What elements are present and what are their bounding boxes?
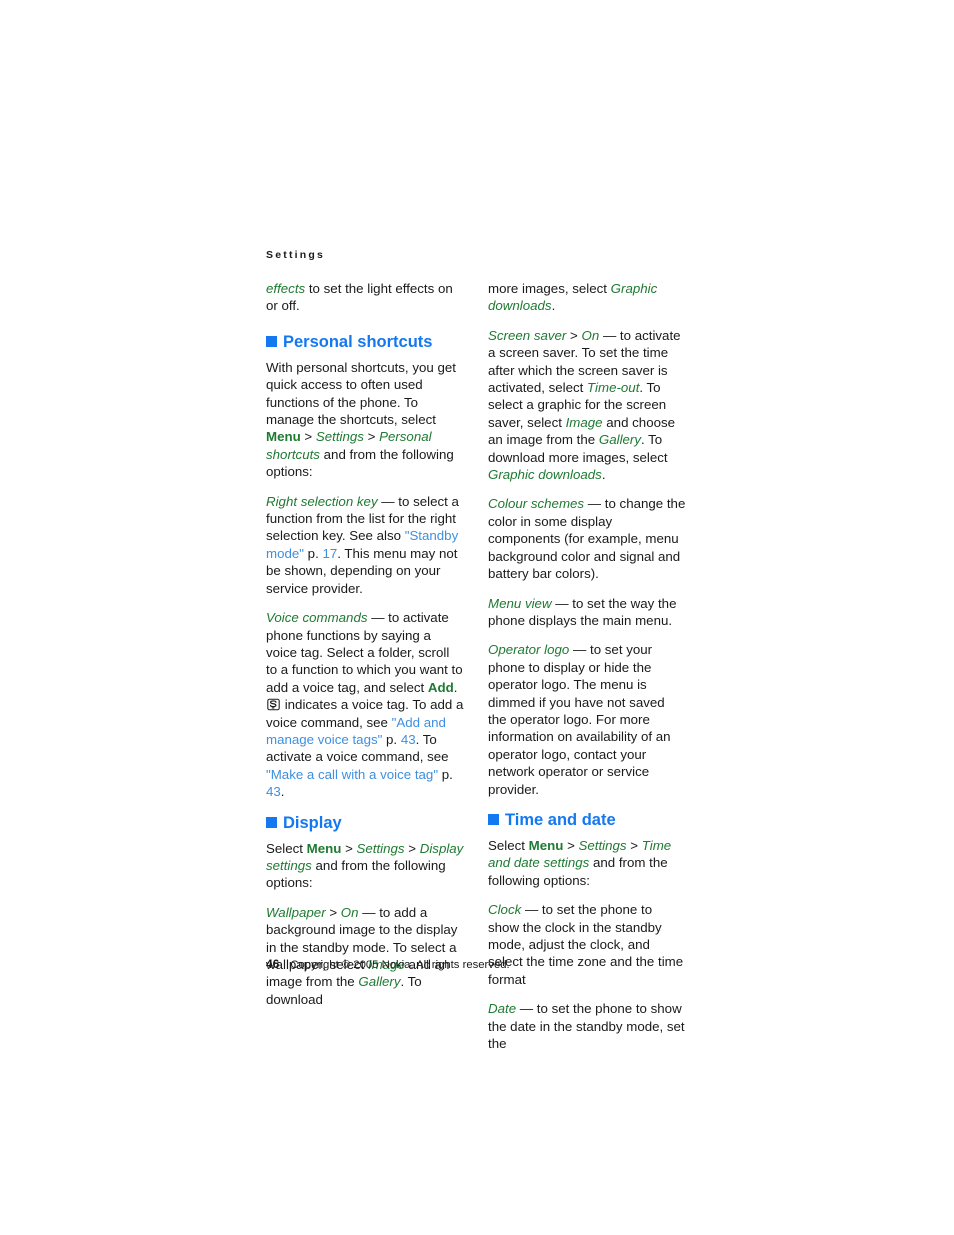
menu-term-time-out: Time-out — [587, 380, 640, 396]
menu-term-voice-commands: Voice commands — [266, 610, 368, 626]
paragraph-personal-shortcuts-intro: With personal shortcuts, you get quick a… — [266, 359, 464, 481]
menu-term-colour-schemes: Colour schemes — [488, 496, 585, 512]
vc-text-2: . — [453, 679, 458, 695]
page-reference-43-a[interactable]: 43 — [401, 732, 416, 747]
td-sep-2: > — [626, 837, 642, 853]
paragraph-voice-commands: Voice commands — to activate phone funct… — [266, 609, 464, 800]
rsk-text-2: p. — [303, 545, 323, 561]
wallpaper-sep: > — [325, 904, 341, 920]
section-heading-personal-shortcuts: Personal shortcuts — [266, 332, 464, 352]
menu-term-on: On — [340, 904, 359, 920]
intro-text-1: With personal shortcuts, you get quick a… — [266, 359, 456, 428]
section-heading-label: Display — [283, 813, 342, 832]
document-page: Settings effects to set the light effect… — [0, 0, 954, 1235]
paragraph-display-intro: Select Menu > Settings > Display setting… — [266, 840, 464, 892]
menu-term-menu: Menu — [306, 840, 342, 856]
paragraph-wallpaper-continued: more images, select Graphic downloads. — [488, 280, 686, 315]
menu-term-settings: Settings — [578, 837, 627, 853]
vc-text-4: p. — [382, 731, 401, 747]
menu-separator-2: > — [363, 429, 380, 445]
display-sep-1: > — [341, 840, 357, 856]
menu-term-settings: Settings — [356, 840, 405, 856]
menu-term-date: Date — [488, 1001, 517, 1017]
copyright-notice: Copyright © 2005 Nokia. All rights reser… — [290, 959, 510, 971]
ss-text-5: . — [601, 467, 606, 483]
paragraph-colour-schemes: Colour schemes — to change the color in … — [488, 495, 686, 582]
section-heading-time-and-date: Time and date — [488, 810, 686, 830]
square-bullet-icon — [266, 817, 277, 829]
td-sep-1: > — [563, 837, 579, 853]
vc-text-6: p. — [438, 766, 453, 782]
paragraph-screen-saver: Screen saver > On — to activate a screen… — [488, 327, 686, 484]
section-heading-label: Time and date — [505, 810, 616, 829]
paragraph-wallpaper: Wallpaper > On — to add a background ima… — [266, 904, 464, 1008]
menu-term-gallery: Gallery — [598, 432, 641, 448]
page-reference-43-b[interactable]: 43 — [266, 784, 281, 799]
display-sep-2: > — [404, 840, 420, 856]
paragraph-date: Date — to set the phone to show the date… — [488, 1000, 686, 1052]
paragraph-operator-logo: Operator logo — to set your phone to dis… — [488, 641, 686, 798]
cross-reference-make-a-call-with-a-voice-tag[interactable]: "Make a call with a voice tag" — [266, 767, 438, 782]
right-column: more images, select Graphic downloads. S… — [488, 280, 686, 1064]
paragraph-clock: Clock — to set the phone to show the clo… — [488, 901, 686, 988]
menu-term-operator-logo: Operator logo — [488, 642, 570, 658]
menu-term-right-selection-key: Right selection key — [266, 493, 378, 509]
vc-text-7: . — [280, 784, 285, 800]
page-number: 46 — [266, 957, 280, 971]
menu-term-clock: Clock — [488, 902, 522, 918]
menu-term-add: Add — [427, 679, 454, 695]
menu-term-settings: Settings — [315, 429, 364, 445]
running-head: Settings — [266, 249, 326, 261]
square-bullet-icon — [488, 814, 499, 826]
section-heading-display: Display — [266, 813, 464, 833]
paragraph-menu-view: Menu view — to set the way the phone dis… — [488, 595, 686, 630]
menu-term-screen-saver: Screen saver — [488, 327, 567, 343]
ol-text: — to set your phone to display or hide t… — [488, 642, 671, 797]
date-text: — to set the phone to show the date in t… — [488, 1001, 685, 1052]
page-footer: 46 Copyright © 2005 Nokia. All rights res… — [266, 957, 510, 972]
menu-term-image: Image — [565, 414, 603, 430]
left-column: effects to set the light effects on or o… — [266, 280, 464, 1064]
wallpaper-cont-text-2: . — [551, 298, 556, 314]
menu-term-on: On — [581, 327, 600, 343]
menu-term-menu-view: Menu view — [488, 595, 552, 611]
paragraph-time-and-date-intro: Select Menu > Settings > Time and date s… — [488, 837, 686, 889]
display-intro-text-1: Select — [266, 840, 307, 856]
menu-term-menu: Menu — [528, 837, 564, 853]
wallpaper-cont-text-1: more images, select — [488, 281, 611, 296]
menu-term-gallery: Gallery — [358, 974, 401, 990]
menu-separator-1: > — [300, 429, 316, 445]
paragraph-light-effects-continued: effects to set the light effects on or o… — [266, 280, 464, 315]
menu-term-wallpaper: Wallpaper — [266, 904, 326, 920]
menu-term-graphic-downloads: Graphic downloads — [488, 467, 602, 483]
voice-tag-icon — [267, 698, 280, 711]
section-heading-label: Personal shortcuts — [283, 332, 433, 351]
td-intro-text-1: Select — [488, 837, 529, 853]
paragraph-right-selection-key: Right selection key — to select a functi… — [266, 493, 464, 597]
menu-term-menu: Menu — [266, 429, 301, 445]
menu-term-effects: effects — [266, 281, 306, 296]
ss-sep: > — [566, 327, 582, 343]
page-reference-17[interactable]: 17 — [322, 546, 337, 561]
two-column-body: effects to set the light effects on or o… — [266, 280, 686, 1064]
square-bullet-icon — [266, 336, 277, 348]
